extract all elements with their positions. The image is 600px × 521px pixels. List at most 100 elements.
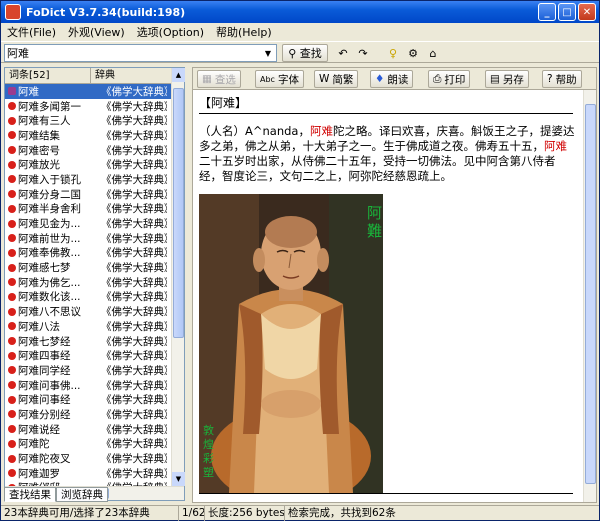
tab-search-results[interactable]: 查找结果 — [4, 487, 56, 502]
list-item-term: 阿难有三人 — [18, 115, 71, 128]
menu-help[interactable]: 帮助(Help) — [210, 24, 278, 40]
list-item[interactable]: 阿难见金为... 《佛学大辞典》 — [5, 216, 172, 231]
bulb-icon[interactable]: ♀ — [384, 44, 402, 62]
help-button[interactable]: ? 帮助 — [542, 70, 582, 88]
back-icon[interactable]: ↶ — [334, 44, 352, 62]
minimize-button[interactable]: _ — [538, 3, 556, 21]
list-item[interactable]: 阿难四事经 《佛学大辞典》 — [5, 348, 172, 363]
list-item[interactable]: 阿难密号 《佛学大辞典》 — [5, 143, 172, 158]
find-button[interactable]: ⚲ 查找 — [282, 44, 328, 62]
search-input[interactable] — [5, 45, 255, 61]
list-item-dict: 《佛学大辞典》 — [101, 335, 167, 348]
maximize-button[interactable]: □ — [558, 3, 576, 21]
photo-caption-bottom-1: 敦 — [203, 423, 214, 437]
column-header-dict[interactable]: 辞典 — [91, 68, 172, 84]
menu-option[interactable]: 选项(Option) — [131, 24, 210, 40]
list-item-dict: 《佛学大辞典》 — [101, 364, 167, 377]
save-as-button[interactable]: ▤ 另存 — [485, 70, 529, 88]
list-item-dict: 《佛学大辞典》 — [101, 379, 167, 392]
list-item-dict: 《佛学大辞典》 — [101, 467, 167, 480]
copy-button[interactable]: ▦ 查选 — [197, 70, 241, 88]
entry-icon — [8, 454, 16, 463]
list-item[interactable]: 阿难七梦经 《佛学大辞典》 — [5, 334, 172, 349]
entry-icon — [8, 395, 16, 404]
app-icon — [5, 4, 21, 20]
menu-file[interactable]: 文件(File) — [1, 24, 62, 40]
list-item-dict: 《佛学大辞典》 — [101, 144, 167, 157]
list-item[interactable]: 阿难放光 《佛学大辞典》 — [5, 157, 172, 172]
list-item-dict: 《佛学大辞典》 — [101, 100, 167, 113]
splitter[interactable] — [187, 67, 191, 503]
list-item-dict: 《佛学大辞典》 — [101, 203, 167, 216]
list-item[interactable]: 阿难为佛乞... 《佛学大辞典》 — [5, 275, 172, 290]
list-item[interactable]: 阿难分别经 《佛学大辞典》 — [5, 407, 172, 422]
list-item-term: 阿难分身二国 — [18, 188, 81, 201]
list-item[interactable]: 阿难八法 《佛学大辞典》 — [5, 319, 172, 334]
close-button[interactable]: ✕ — [578, 3, 596, 21]
entry-body: （人名）A^nanda，阿难陀之略。译曰欢喜，庆喜。斛饭王之子，提婆达多之弟，佛… — [199, 124, 577, 184]
font-button[interactable]: Abc 字体 — [255, 70, 304, 88]
speak-icon: ♦ — [375, 73, 385, 85]
simp-trad-button[interactable]: W 简繁 — [314, 70, 359, 88]
search-combobox[interactable]: ▼ — [4, 44, 277, 62]
simp-trad-icon: W — [319, 73, 330, 85]
list-item[interactable]: 阿难奉佛教... 《佛学大辞典》 — [5, 246, 172, 261]
scroll-down-icon[interactable]: ▼ — [172, 472, 185, 486]
list-item[interactable]: 阿难陀 《佛学大辞典》 — [5, 437, 172, 452]
scroll-thumb[interactable] — [173, 88, 184, 338]
list-item[interactable]: 阿难有三人 《佛学大辞典》 — [5, 113, 172, 128]
list-item[interactable]: 阿难前世为... 《佛学大辞典》 — [5, 231, 172, 246]
list-item-dict: 《佛学大辞典》 — [101, 262, 167, 275]
simp-trad-label: 简繁 — [332, 73, 354, 86]
entry-icon — [8, 469, 16, 478]
list-item-dict: 《佛学大辞典》 — [101, 350, 167, 363]
list-item[interactable]: 阿难入于锁孔 《佛学大辞典》 — [5, 172, 172, 187]
list-item-dict: 《佛学大辞典》 — [101, 188, 167, 201]
chevron-down-icon[interactable]: ▼ — [261, 46, 275, 60]
list-item[interactable]: 阿难分身二国 《佛学大辞典》 — [5, 187, 172, 202]
tab-browse-dict[interactable]: 浏览辞典 — [56, 487, 108, 502]
ananda-statue-svg: 阿 難 敦 煌 彩 塑 — [199, 194, 383, 493]
tool-icon[interactable]: ⚙ — [404, 44, 422, 62]
column-header-term[interactable]: 词条[52] — [5, 68, 91, 84]
list-item[interactable]: 阿难说经 《佛学大辞典》 — [5, 422, 172, 437]
entry-title: 【阿难】 — [199, 94, 573, 114]
list-item[interactable]: 阿难迦罗 《佛学大辞典》 — [5, 466, 172, 481]
list-item[interactable]: 阿难多闻第一 《佛学大辞典》 — [5, 99, 172, 114]
title-bar[interactable]: FoDict V3.7.34(build:198) _ □ ✕ — [1, 1, 599, 23]
forward-icon[interactable]: ↷ — [354, 44, 372, 62]
font-label: 字体 — [277, 73, 299, 86]
list-item[interactable]: 阿难问事佛... 《佛学大辞典》 — [5, 378, 172, 393]
list-item-term: 阿难问事经 — [18, 394, 71, 407]
list-item[interactable]: 阿难数化该... 《佛学大辞典》 — [5, 290, 172, 305]
viewer-scroll-thumb[interactable] — [585, 104, 596, 484]
entry-icon — [8, 204, 16, 213]
photo-caption-top-2: 難 — [367, 222, 382, 240]
list-vertical-scrollbar[interactable]: ▲ ▼ — [171, 68, 185, 486]
list-item-dict: 《佛学大辞典》 — [101, 218, 167, 231]
entry-viewer-panel: ▦ 查选 Abc 字体 W 简繁 ♦ 朗读 ⎙ 打印 ▤ 另存 ? 帮助 【阿难】 （人名）A… — [192, 67, 597, 503]
binoculars-icon: ⚲ — [288, 46, 297, 60]
scroll-up-icon[interactable]: ▲ — [172, 68, 185, 82]
list-item[interactable]: 阿难结集 《佛学大辞典》 — [5, 128, 172, 143]
list-item-term: 阿难半身舍利 — [18, 203, 81, 216]
speak-button[interactable]: ♦ 朗读 — [370, 70, 414, 88]
entry-icon — [8, 248, 16, 257]
list-item[interactable]: 阿难同学经 《佛学大辞典》 — [5, 363, 172, 378]
viewer-vertical-scrollbar[interactable] — [583, 90, 596, 502]
entry-icon — [8, 234, 16, 243]
copy-icon: ▦ — [202, 73, 212, 85]
status-dicts: 23本辞典可用/选择了23本辞典 — [1, 506, 179, 521]
search-toolbar: ▼ ⚲ 查找 ↶ ↷ ♀ ⚙ ⌂ — [1, 41, 599, 63]
list-item[interactable]: 阿难 《佛学大辞典》 — [5, 84, 172, 99]
list-item[interactable]: 阿难八不思议 《佛学大辞典》 — [5, 304, 172, 319]
list-item[interactable]: 阿难感七梦 《佛学大辞典》 — [5, 260, 172, 275]
list-item[interactable]: 阿难问事经 《佛学大辞典》 — [5, 392, 172, 407]
list-item-term: 阿难感七梦 — [18, 262, 71, 275]
pin-icon[interactable]: ⌂ — [424, 44, 442, 62]
menu-view[interactable]: 外观(View) — [62, 24, 131, 40]
list-item[interactable]: 阿难陀夜叉 《佛学大辞典》 — [5, 451, 172, 466]
list-item-term: 阿难四事经 — [18, 350, 71, 363]
print-button[interactable]: ⎙ 打印 — [428, 70, 471, 88]
list-item[interactable]: 阿难半身舍利 《佛学大辞典》 — [5, 202, 172, 217]
